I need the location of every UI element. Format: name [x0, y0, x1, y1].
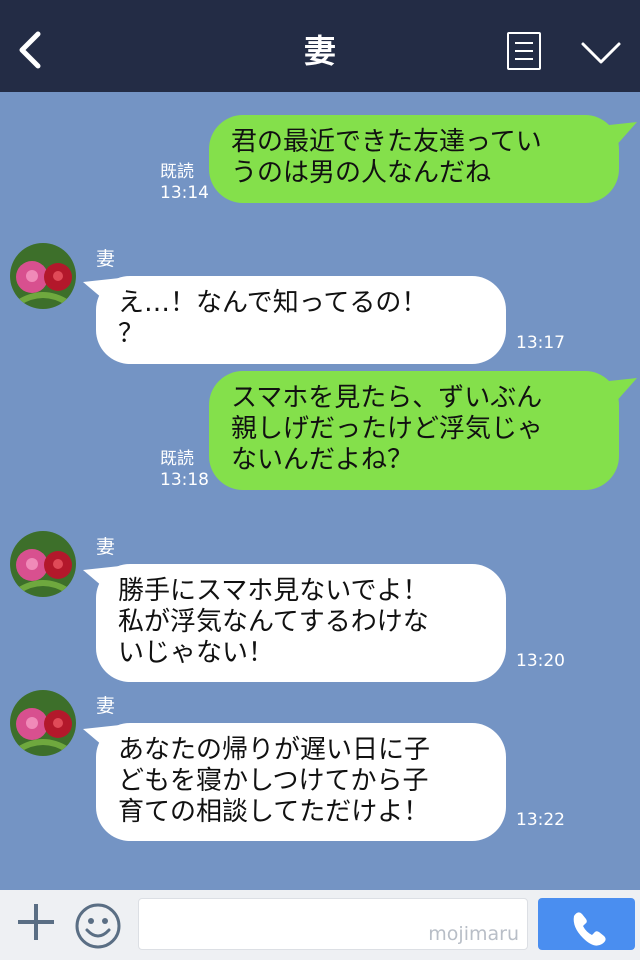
sender-name: 妻	[96, 536, 116, 558]
read-receipt: 既読	[160, 449, 194, 469]
message-bubble[interactable]: あなたの帰りが遅い日に子 どもを寝かしつけてから子 育ての相談してただけよ！	[96, 723, 506, 841]
chat-header: 妻	[0, 0, 640, 92]
chat-input-bar: mojimaru	[0, 890, 640, 960]
sender-name: 妻	[96, 695, 116, 717]
call-button[interactable]	[538, 898, 635, 950]
watermark: mojimaru	[428, 923, 519, 945]
menu-list-icon[interactable]	[507, 32, 541, 70]
rose-avatar[interactable]	[10, 531, 76, 597]
message-time: 13:18	[160, 470, 209, 490]
chevron-down-icon[interactable]	[580, 40, 622, 66]
chat-title: 妻	[303, 32, 336, 70]
read-receipt: 既読	[160, 162, 194, 182]
rose-avatar[interactable]	[10, 243, 76, 309]
plus-icon[interactable]	[16, 902, 56, 942]
message-bubble[interactable]: 勝手にスマホ見ないでよ！ 私が浮気なんてするわけな いじゃない！	[96, 564, 506, 682]
message-time: 13:20	[516, 651, 565, 671]
smiley-icon[interactable]	[74, 902, 122, 950]
message-bubble[interactable]: スマホを見たら、ずいぶん 親しげだったけど浮気じゃ ないんだよね？	[209, 371, 619, 490]
message-bubble[interactable]: え…！なんで知ってるの！ ？	[96, 276, 506, 364]
message-bubble[interactable]: 君の最近できた友達ってい うのは男の人なんだね	[209, 115, 619, 203]
message-time: 13:22	[516, 810, 565, 830]
message-time: 13:17	[516, 333, 565, 353]
sender-name: 妻	[96, 248, 116, 270]
message-time: 13:14	[160, 183, 209, 203]
phone-icon	[573, 912, 606, 946]
rose-avatar[interactable]	[10, 690, 76, 756]
message-input[interactable]: mojimaru	[138, 898, 528, 950]
